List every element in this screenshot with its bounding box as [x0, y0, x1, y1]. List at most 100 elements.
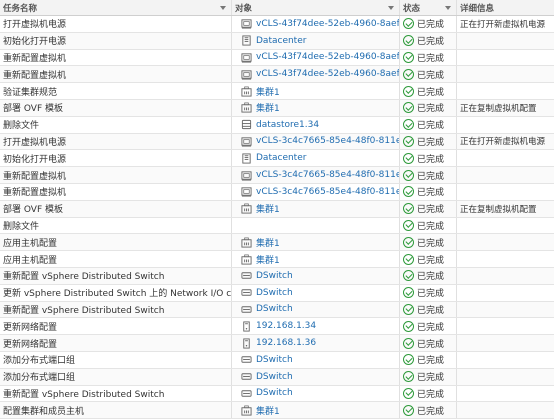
task-name-cell: 添加分布式端口组: [0, 351, 232, 368]
task-name-cell: 重新配置虚拟机: [0, 49, 232, 66]
task-name-cell: 应用主机配置: [0, 234, 232, 251]
datacenter-icon: [241, 35, 252, 46]
object-cell: 集群1: [232, 83, 400, 99]
details-cell: [457, 167, 554, 183]
check-circle-icon: [403, 102, 414, 114]
task-name: 删除文件: [3, 221, 40, 232]
object-link[interactable]: vCLS-3c4c7665-85e4-48f0-811e-: [256, 187, 399, 197]
object-link[interactable]: DSwitch: [256, 288, 293, 298]
vm-icon: [241, 18, 252, 29]
status-text: 已完成: [417, 20, 445, 31]
status-cell: 已完成: [400, 49, 457, 66]
object-link[interactable]: DSwitch: [256, 271, 293, 281]
table-row[interactable]: 部署 OVF 模板 集群1 已完成 正在复制虚拟机配置: [0, 99, 554, 117]
task-name: 重新配置虚拟机: [3, 171, 67, 182]
check-circle-icon: [403, 371, 414, 383]
task-name-cell: 重新配置虚拟机: [0, 66, 232, 83]
task-name-cell: 删除文件: [0, 217, 232, 234]
status-cell: 已完成: [400, 234, 457, 251]
object-link[interactable]: 集群1: [256, 236, 280, 249]
tasks-grid: 任务名称 对象 状态 详细信息 打开虚拟机电源 vCLS-43f74dee-52e…: [0, 0, 554, 419]
object-cell: DSwitch: [232, 284, 400, 301]
table-row[interactable]: 应用主机配置 集群1 已完成: [0, 251, 554, 268]
table-row[interactable]: 重新配置虚拟机 vCLS-43f74dee-52eb-4960-8aef- 已完成: [0, 49, 554, 67]
table-row[interactable]: 初始化打开电源 Datacenter 已完成: [0, 32, 554, 50]
check-circle-icon: [403, 253, 414, 265]
table-row[interactable]: 更新 vSphere Distributed Switch 上的 Network…: [0, 284, 554, 302]
status-text: 已完成: [417, 154, 445, 165]
details-cell: [457, 150, 554, 166]
task-name-cell: 删除文件: [0, 116, 232, 133]
object-link[interactable]: vCLS-43f74dee-52eb-4960-8aef-: [256, 69, 399, 79]
table-row[interactable]: 重新配置虚拟机 vCLS-43f74dee-52eb-4960-8aef- 已完成: [0, 66, 554, 84]
check-circle-icon: [403, 85, 414, 97]
table-row[interactable]: 重新配置 vSphere Distributed Switch DSwitch 已完…: [0, 385, 554, 403]
details-cell: [457, 318, 554, 334]
status-text: 已完成: [417, 221, 445, 232]
object-cell: vCLS-43f74dee-52eb-4960-8aef-: [232, 49, 400, 66]
table-row[interactable]: 重新配置 vSphere Distributed Switch DSwitch 已完…: [0, 267, 554, 285]
datastore-icon: [241, 119, 252, 130]
check-circle-icon: [403, 169, 414, 181]
object-link[interactable]: DSwitch: [256, 372, 293, 382]
object-link[interactable]: vCLS-43f74dee-52eb-4960-8aef-: [256, 52, 399, 62]
vm-icon: [241, 69, 252, 80]
table-row[interactable]: 初始化打开电源 Datacenter 已完成: [0, 150, 554, 168]
status-text: 已完成: [417, 171, 445, 182]
table-row[interactable]: 配置集群和成员主机 集群1 已完成: [0, 402, 554, 419]
details-cell: [457, 251, 554, 267]
object-link[interactable]: DSwitch: [256, 304, 293, 314]
task-name: 重新配置虚拟机: [3, 188, 67, 199]
object-link[interactable]: vCLS-43f74dee-52eb-4960-8aef-: [256, 19, 399, 29]
status-cell: 已完成: [400, 83, 457, 99]
object-link[interactable]: 集群1: [256, 404, 280, 417]
object-cell: 192.168.1.36: [232, 335, 400, 351]
table-row[interactable]: 重新配置虚拟机 vCLS-3c4c7665-85e4-48f0-811e- 已完成: [0, 183, 554, 201]
object-link[interactable]: vCLS-3c4c7665-85e4-48f0-811e-: [256, 170, 399, 180]
object-link[interactable]: 集群1: [256, 253, 280, 266]
table-row[interactable]: 打开虚拟机电源 vCLS-43f74dee-52eb-4960-8aef- 已完成 正…: [0, 16, 554, 33]
object-link[interactable]: vCLS-3c4c7665-85e4-48f0-811e-: [256, 136, 399, 146]
status-text: 已完成: [417, 389, 445, 400]
table-row[interactable]: 删除文件 datastore1.34 已完成: [0, 116, 554, 134]
table-row[interactable]: 删除文件 已完成: [0, 217, 554, 235]
object-link[interactable]: Datacenter: [256, 36, 306, 46]
table-row[interactable]: 更新网络配置 192.168.1.36 已完成: [0, 335, 554, 352]
table-row[interactable]: 添加分布式端口组 DSwitch 已完成: [0, 368, 554, 386]
object-link[interactable]: datastore1.34: [256, 120, 319, 130]
object-link[interactable]: 集群1: [256, 85, 280, 98]
filter-icon[interactable]: [388, 5, 394, 10]
task-name: 重新配置 vSphere Distributed Switch: [3, 389, 165, 400]
table-row[interactable]: 打开虚拟机电源 vCLS-3c4c7665-85e4-48f0-811e- 已完成 正…: [0, 133, 554, 151]
object-link[interactable]: DSwitch: [256, 388, 293, 398]
check-circle-icon: [403, 51, 414, 63]
check-circle-icon: [403, 203, 414, 215]
task-name: 重新配置虚拟机: [3, 53, 67, 64]
filter-icon[interactable]: [220, 5, 226, 10]
check-circle-icon: [403, 320, 414, 332]
table-row[interactable]: 应用主机配置 集群1 已完成: [0, 234, 554, 252]
table-row[interactable]: 更新网络配置 192.168.1.34 已完成: [0, 318, 554, 336]
status-cell: 已完成: [400, 116, 457, 133]
object-cell: DSwitch: [232, 267, 400, 284]
table-row[interactable]: 部署 OVF 模板 集群1 已完成 正在复制虚拟机配置: [0, 200, 554, 218]
task-name-cell: 打开虚拟机电源: [0, 133, 232, 150]
table-row[interactable]: 验证集群规范 集群1 已完成: [0, 83, 554, 100]
table-row[interactable]: 重新配置 vSphere Distributed Switch DSwitch 已完…: [0, 301, 554, 319]
object-link[interactable]: DSwitch: [256, 355, 293, 365]
object-cell: Datacenter: [232, 150, 400, 167]
column-header-status[interactable]: 状态: [400, 0, 457, 15]
object-link[interactable]: 192.168.1.36: [256, 338, 316, 348]
object-link[interactable]: 192.168.1.34: [256, 321, 316, 331]
table-row[interactable]: 重新配置虚拟机 vCLS-3c4c7665-85e4-48f0-811e- 已完成: [0, 167, 554, 184]
column-header-task-name[interactable]: 任务名称: [0, 0, 232, 15]
filter-icon[interactable]: [445, 5, 451, 10]
task-name-cell: 更新 vSphere Distributed Switch 上的 Network…: [0, 284, 232, 301]
column-header-details[interactable]: 详细信息: [457, 0, 554, 15]
column-header-object[interactable]: 对象: [232, 0, 400, 15]
object-link[interactable]: Datacenter: [256, 153, 306, 163]
table-row[interactable]: 添加分布式端口组 DSwitch 已完成: [0, 351, 554, 369]
object-link[interactable]: 集群1: [256, 101, 280, 114]
object-link[interactable]: 集群1: [256, 202, 280, 215]
task-name-cell: 部署 OVF 模板: [0, 200, 232, 217]
